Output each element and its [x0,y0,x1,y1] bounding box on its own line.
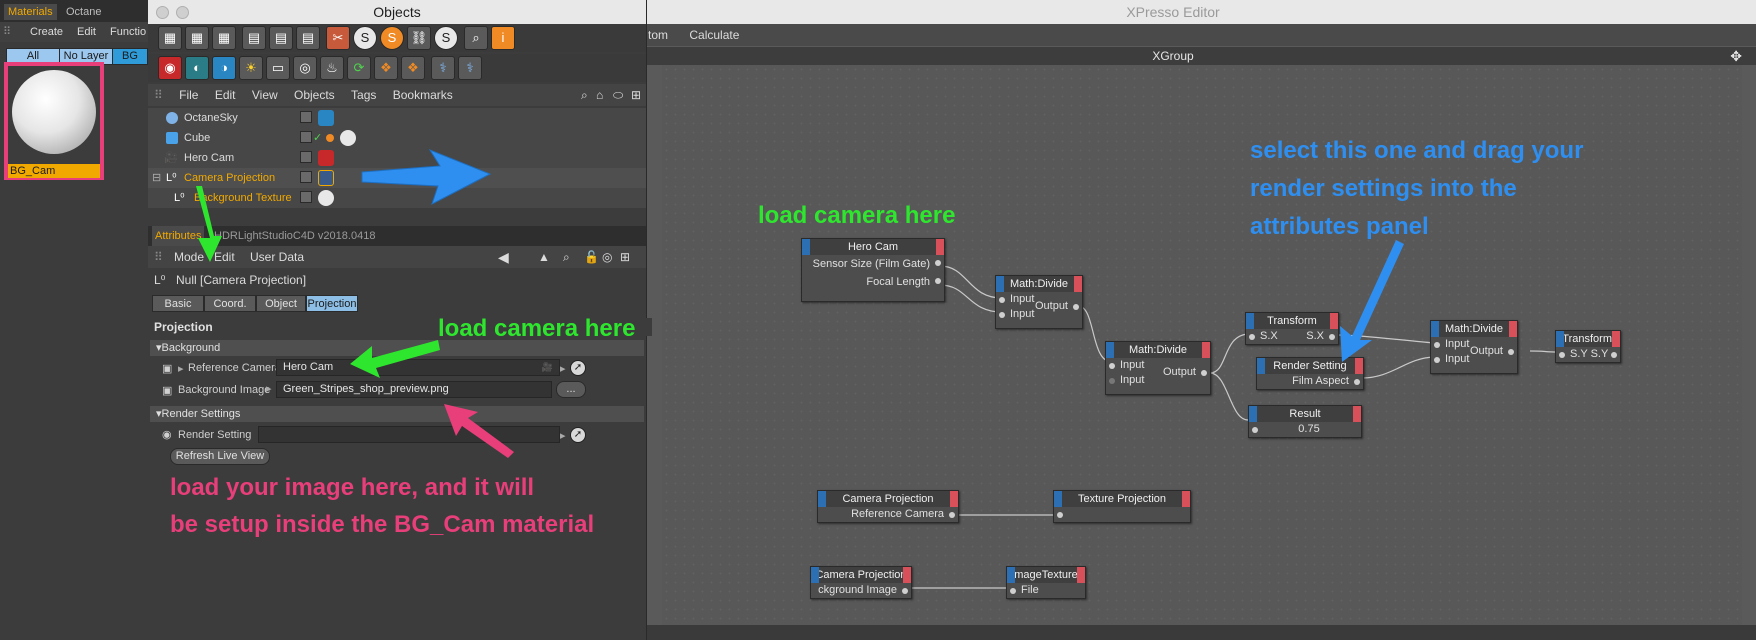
annotation-select-line-1: select this one and drag your [1250,137,1584,164]
blue-arrow [361,148,492,206]
annotation-load-camera: load camera here [758,202,956,229]
annotation-select-line-2: render settings into the [1250,175,1517,202]
green-arrow [350,340,440,378]
annotation-load-camera-attr: load camera here [438,315,636,342]
annotation-load-image-line-1: load your image here, and it will [170,474,535,501]
annotation-arrows [196,148,1404,458]
annotation-load-image-line-2: be setup inside the BG_Cam material [170,511,595,538]
blue-arrow [1340,240,1404,362]
pink-arrow [444,404,514,458]
green-arrow [196,186,222,262]
annotation-select-line-3: attributes panel [1250,213,1429,240]
